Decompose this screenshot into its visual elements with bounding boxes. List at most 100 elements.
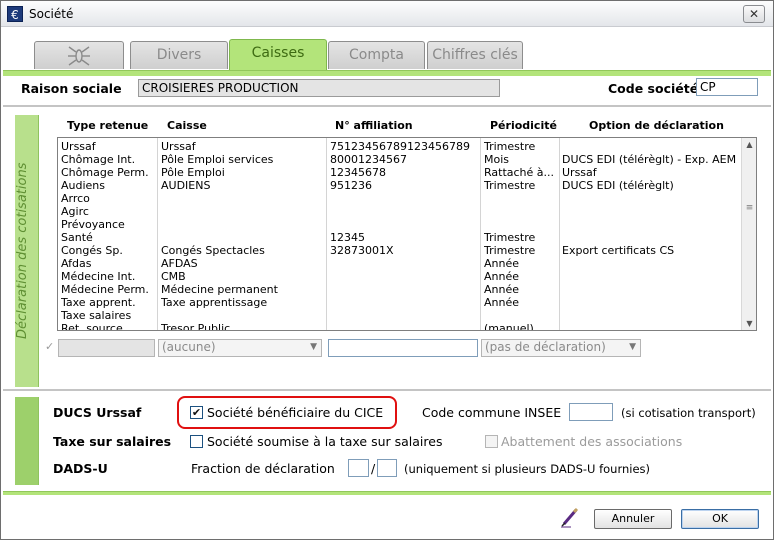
caisse-filter-value: (aucune) bbox=[162, 340, 216, 354]
abattement-checkbox[interactable] bbox=[485, 435, 498, 448]
dialog-window: € Société ✕ Divers Caisses Compta Chiffr… bbox=[0, 0, 774, 540]
table-cell: Urssaf bbox=[161, 140, 196, 153]
chevron-down-icon: ▼ bbox=[310, 342, 317, 352]
col-option: Option de déclaration bbox=[589, 119, 724, 132]
table-cell: Trimestre bbox=[484, 179, 536, 192]
tab-strip: Divers Caisses Compta Chiffres clés bbox=[1, 27, 773, 71]
table-cell: Mois bbox=[484, 153, 510, 166]
affiliation-input[interactable] bbox=[328, 339, 478, 357]
taxe-salaires-checkbox[interactable] bbox=[190, 435, 203, 448]
table-cell: Année bbox=[484, 270, 520, 283]
table-row[interactable]: Urssaf Urssaf 75123456789123456789 Trimestr… bbox=[58, 140, 742, 153]
table-cell: CMB bbox=[161, 270, 186, 283]
window-title: Société bbox=[29, 7, 74, 21]
raison-sociale-label: Raison sociale bbox=[21, 81, 122, 96]
table-cell: Année bbox=[484, 296, 520, 309]
table-cell: Export certificats CS bbox=[562, 244, 675, 257]
table-cell: 80001234567 bbox=[330, 153, 407, 166]
table-cell: Médecine Perm. bbox=[61, 283, 149, 296]
fraction-label: Fraction de déclaration bbox=[191, 461, 335, 476]
tab-chiffres-cles[interactable]: Chiffres clés bbox=[427, 41, 523, 69]
chevron-down-icon: ▼ bbox=[629, 342, 636, 352]
fraction-separator: / bbox=[371, 461, 376, 476]
table-cell: Médecine Int. bbox=[61, 270, 136, 283]
table-cell: 12345 bbox=[330, 231, 365, 244]
table-cell: Année bbox=[484, 257, 520, 270]
declaration-side-strip: Déclaration des cotisations bbox=[15, 115, 39, 387]
table-row[interactable]: Arrco bbox=[58, 192, 742, 205]
new-type-field[interactable] bbox=[58, 339, 155, 357]
table-row[interactable]: Taxe apprent. Taxe apprentissage Année bbox=[58, 296, 742, 309]
table-cell: Trimestre bbox=[484, 140, 536, 153]
table-cell: Taxe apprent. bbox=[61, 296, 136, 309]
table-cell: Trimestre bbox=[484, 244, 536, 257]
taxe-salaires-label: Taxe sur salaires bbox=[53, 434, 172, 449]
option-filter-value: (pas de déclaration) bbox=[485, 340, 606, 354]
table-cell: 32873001X bbox=[330, 244, 394, 257]
table-cell: 12345678 bbox=[330, 166, 386, 179]
table-cell: Taxe apprentissage bbox=[161, 296, 268, 309]
taxe-salaires-option-label[interactable]: Société soumise à la taxe sur salaires bbox=[207, 434, 442, 449]
tab-insect[interactable] bbox=[34, 41, 124, 69]
declaration-grid[interactable]: Urssaf Urssaf 75123456789123456789 Trimestr… bbox=[57, 137, 757, 331]
raison-sociale-field[interactable]: CROISIERES PRODUCTION bbox=[138, 79, 500, 97]
table-cell: 75123456789123456789 bbox=[330, 140, 470, 153]
caisse-filter-select[interactable]: (aucune) ▼ bbox=[158, 339, 322, 357]
table-row[interactable]: Médecine Perm. Médecine permanent Année bbox=[58, 283, 742, 296]
table-cell: Médecine permanent bbox=[161, 283, 278, 296]
dadsu-note: (uniquement si plusieurs DADS-U fournies… bbox=[404, 462, 651, 476]
grid-scrollbar[interactable]: ▲ ≡ ▼ bbox=[741, 138, 756, 330]
table-row[interactable]: Audiens AUDIENS 951236 Trimestre DUCS EDI (t… bbox=[58, 179, 742, 192]
table-row[interactable]: Chômage Int. Pôle Emploi services 80001234… bbox=[58, 153, 742, 166]
table-cell: DUCS EDI (télérèglt) bbox=[562, 179, 674, 192]
close-button[interactable]: ✕ bbox=[743, 5, 765, 23]
insect-icon bbox=[68, 46, 90, 66]
ducs-urssaf-label: DUCS Urssaf bbox=[53, 405, 142, 420]
table-row[interactable]: Prévoyance bbox=[58, 218, 742, 231]
table-cell: Année bbox=[484, 283, 520, 296]
insee-field[interactable] bbox=[569, 403, 613, 421]
scroll-thumb-icon[interactable]: ≡ bbox=[745, 204, 754, 213]
table-cell: Santé bbox=[61, 231, 93, 244]
fraction-denominator-field[interactable] bbox=[377, 459, 397, 477]
table-cell: AUDIENS bbox=[161, 179, 211, 192]
insee-label: Code commune INSEE bbox=[422, 405, 562, 420]
table-cell: Urssaf bbox=[61, 140, 96, 153]
tab-caisses[interactable]: Caisses bbox=[229, 39, 327, 71]
table-row[interactable]: Taxe salaires bbox=[58, 309, 742, 322]
separator-middle bbox=[3, 389, 771, 391]
col-periodicite: Périodicité bbox=[490, 119, 557, 132]
scroll-down-icon[interactable]: ▼ bbox=[742, 317, 756, 330]
ok-button[interactable]: OK bbox=[681, 509, 759, 529]
pen-icon[interactable] bbox=[559, 506, 581, 528]
fraction-numerator-field[interactable] bbox=[348, 459, 369, 477]
checkmark-icon: ✓ bbox=[45, 340, 55, 353]
title-bar[interactable]: € Société ✕ bbox=[1, 1, 773, 27]
table-cell: Prévoyance bbox=[61, 218, 125, 231]
table-row[interactable]: Agirc bbox=[58, 205, 742, 218]
table-cell: Chômage Perm. bbox=[61, 166, 149, 179]
table-row[interactable]: Médecine Int. CMB Année bbox=[58, 270, 742, 283]
table-cell: AFDAS bbox=[161, 257, 198, 270]
separator-top bbox=[3, 105, 771, 107]
dadsu-label: DADS-U bbox=[53, 461, 108, 476]
table-cell: Audiens bbox=[61, 179, 106, 192]
scroll-up-icon[interactable]: ▲ bbox=[742, 138, 756, 151]
table-row[interactable]: Santé 12345 Trimestre bbox=[58, 231, 742, 244]
table-row[interactable]: Chômage Perm. Pôle Emploi 12345678 Rattaché… bbox=[58, 166, 742, 179]
table-row[interactable]: Congés Sp. Congés Spectacles 32873001X Trim… bbox=[58, 244, 742, 257]
table-cell: Congés Sp. bbox=[61, 244, 123, 257]
option-filter-select[interactable]: (pas de déclaration) ▼ bbox=[481, 339, 641, 357]
code-societe-field[interactable]: CP bbox=[696, 78, 758, 96]
declaration-side-label: Déclaration des cotisations bbox=[15, 162, 30, 340]
tab-compta[interactable]: Compta bbox=[328, 41, 425, 69]
table-row[interactable]: Afdas AFDAS Année bbox=[58, 257, 742, 270]
tab-divers[interactable]: Divers bbox=[130, 41, 228, 69]
table-row[interactable]: Ret. source Tresor Public (manuel) bbox=[58, 322, 742, 330]
table-cell: Pôle Emploi bbox=[161, 166, 225, 179]
table-cell: Taxe salaires bbox=[61, 309, 132, 322]
cancel-button[interactable]: Annuler bbox=[594, 509, 672, 529]
table-cell: Congés Spectacles bbox=[161, 244, 265, 257]
table-cell: Urssaf bbox=[562, 166, 597, 179]
table-cell: Chômage Int. bbox=[61, 153, 136, 166]
